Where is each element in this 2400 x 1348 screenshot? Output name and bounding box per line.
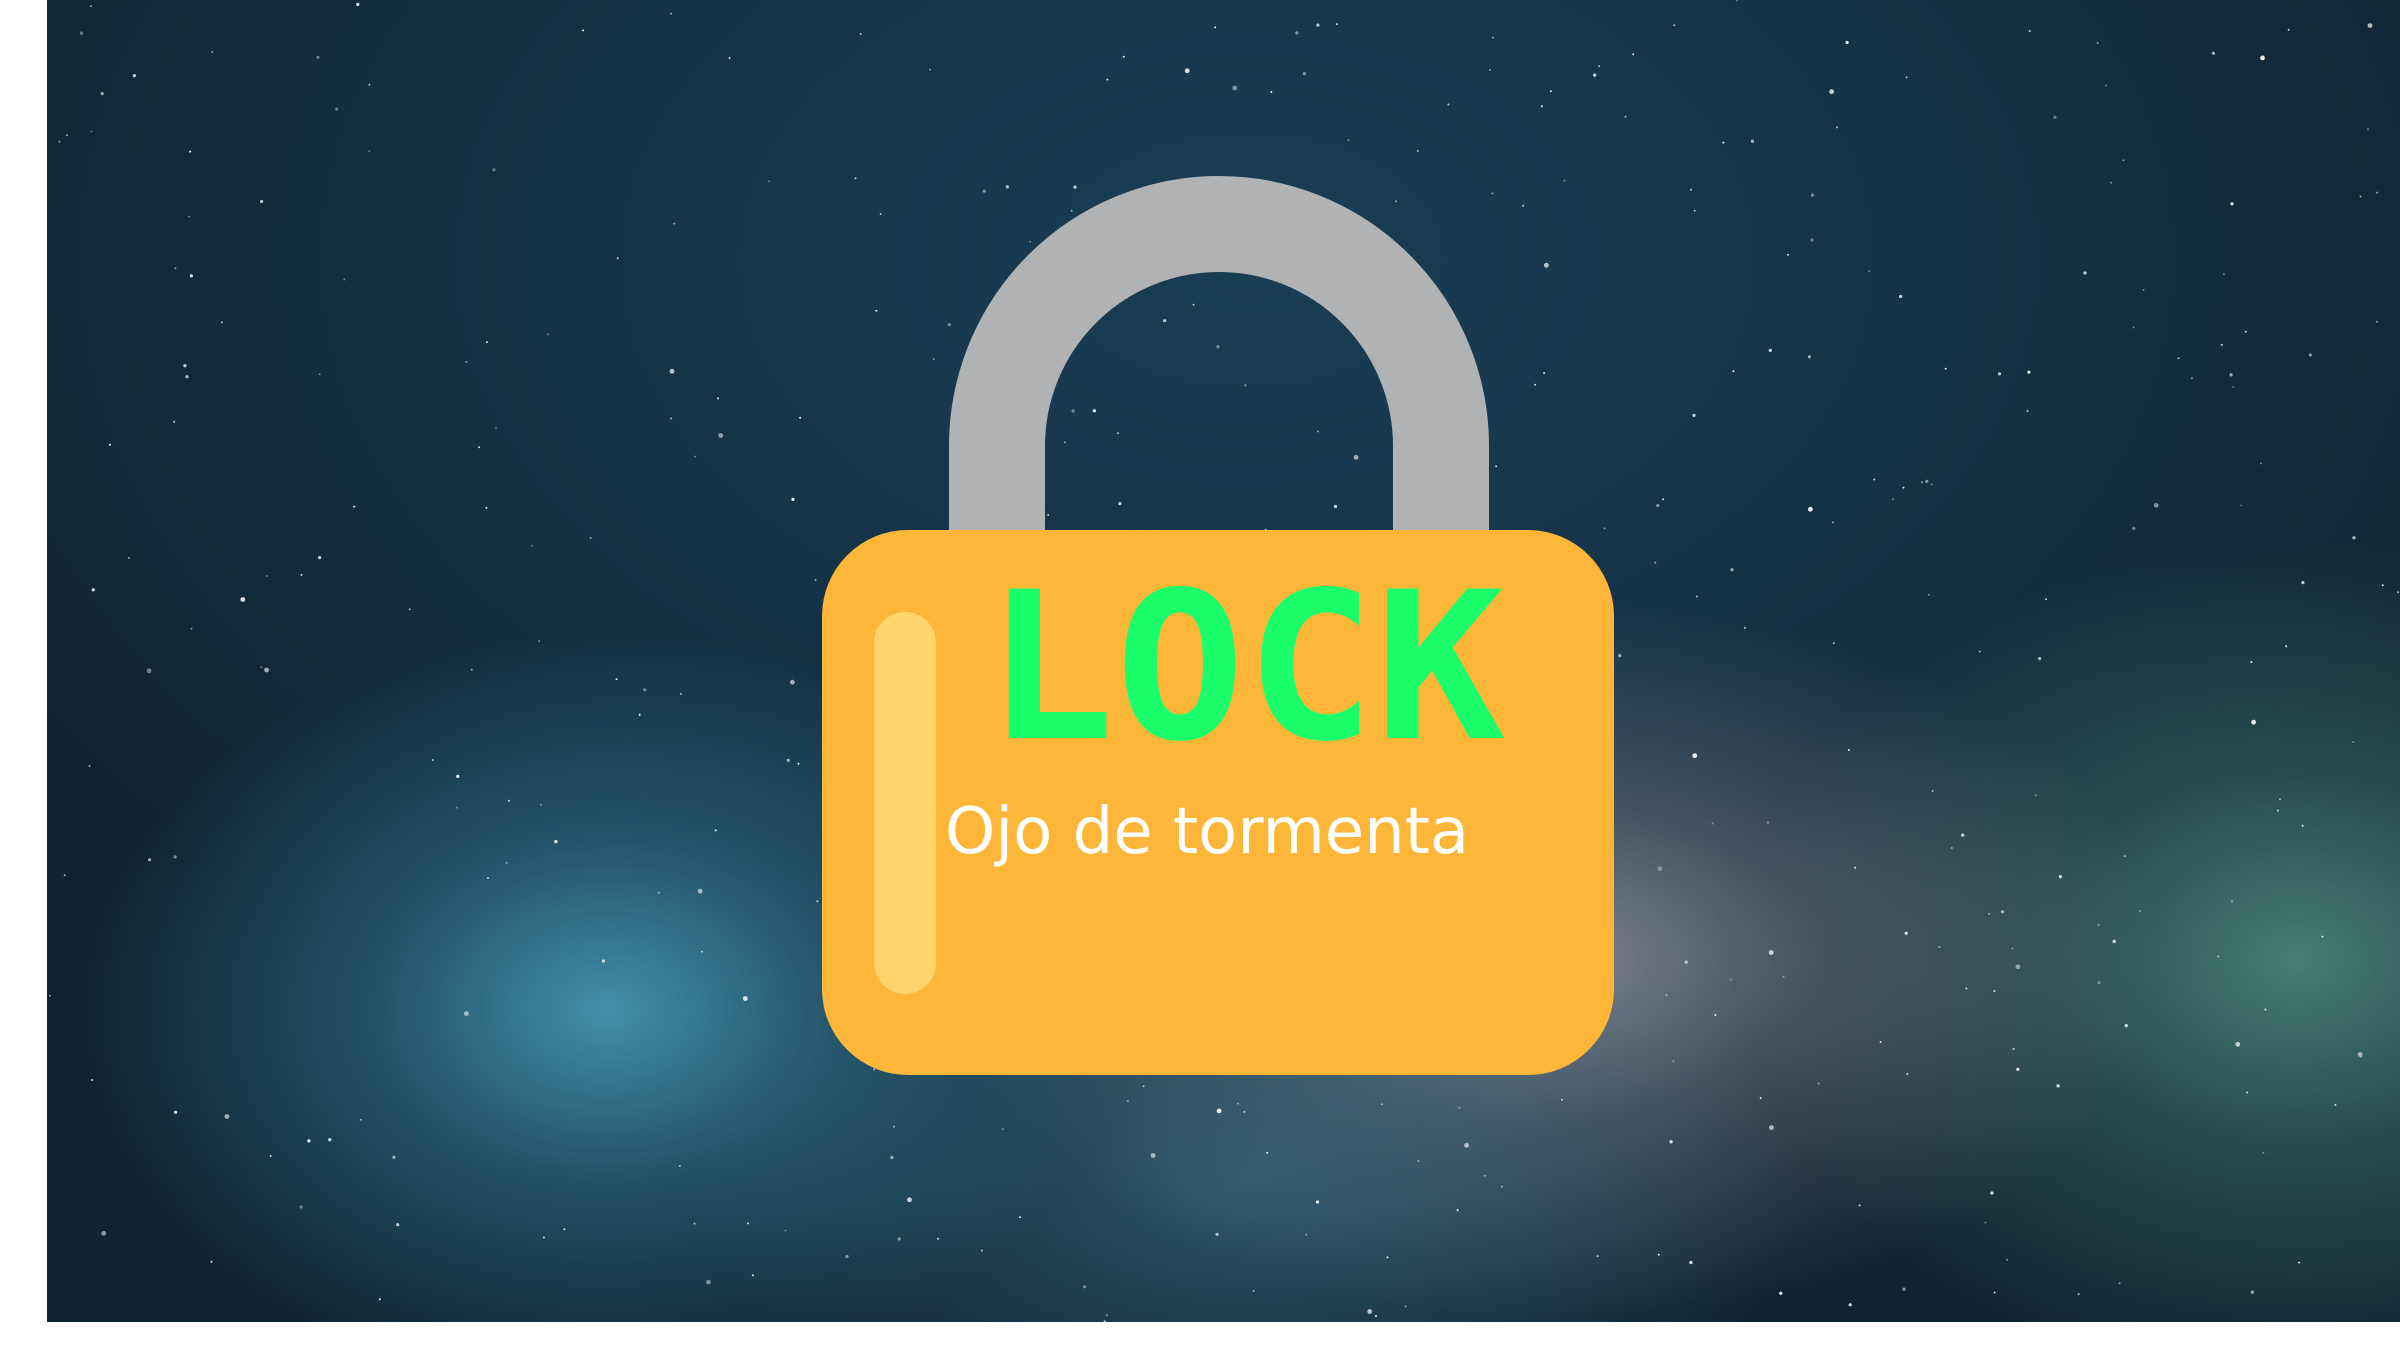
cover-canvas: LOCK Ojo de tormenta [0,0,2400,1348]
padlock-highlight [874,612,936,994]
lock-subtitle: Ojo de tormenta [945,795,1470,869]
padlock-icon: LOCK Ojo de tormenta [47,0,2400,1322]
lock-title-text: LOCK [985,580,1505,750]
padlock-shackle [949,176,1489,576]
starry-sky-background: LOCK Ojo de tormenta [47,0,2400,1322]
lock-title: LOCK [985,580,1505,750]
